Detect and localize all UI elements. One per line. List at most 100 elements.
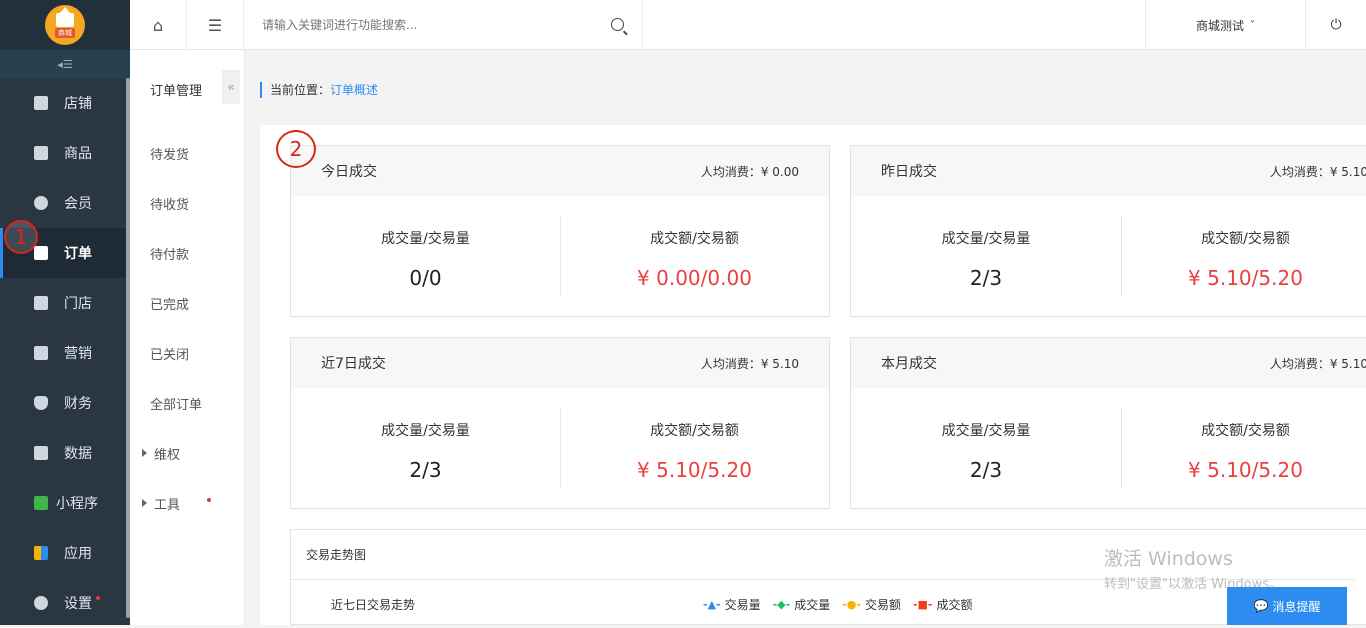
menu-icon[interactable]: ☰ [187, 0, 244, 50]
message-reminder-button[interactable]: 💬 消息提醒 [1227, 587, 1347, 625]
breadcrumb: 当前位置：订单概述 [260, 82, 378, 98]
legend-label: 成交量 [794, 598, 831, 612]
sidebar-item-shop[interactable]: 门店 [0, 278, 130, 328]
power-icon[interactable]: ⏻ [1306, 0, 1366, 50]
stat-card-today: 今日成交 人均消费：¥ 0.00 成交量/交易量 0/0 成交额/交易额 ¥ 0.00… [290, 145, 830, 317]
stat-card-yesterday: 昨日成交 人均消费：¥ 5.10 成交量/交易量 2/3 成交额/交易额 ¥ 5.10… [850, 145, 1366, 317]
square-marker-icon: -■- [912, 598, 933, 611]
subnav-item-completed[interactable]: 已完成 [130, 278, 244, 328]
subnav-group-tools[interactable]: 工具 [130, 478, 244, 528]
sidebar-item-label: 财务 [64, 396, 92, 412]
legend-label: 交易额 [864, 598, 901, 612]
home-icon[interactable]: ⌂ [130, 0, 187, 50]
sidebar-item-miniprogram[interactable]: 小程序 [0, 478, 130, 528]
sidebar-item-label: 会员 [64, 196, 92, 212]
notification-dot [96, 596, 100, 600]
subnav-item-label: 全部订单 [150, 397, 203, 413]
stat-value: 2/3 [969, 458, 1003, 482]
subnav-item-label: 已关闭 [150, 347, 190, 363]
watermark-line-1: 激活 Windows [1104, 548, 1233, 570]
subnav-group-label: 维权 [154, 447, 181, 463]
sidebar-item-label: 营销 [64, 346, 92, 362]
sidebar-item-label: 数据 [64, 446, 92, 462]
triangle-marker-icon: -▲- [703, 598, 721, 611]
sidebar-item-goods[interactable]: 商品 [0, 128, 130, 178]
stat-value: ¥ 5.10/5.20 [637, 458, 752, 482]
logo-label: 商城 [55, 27, 75, 38]
main-sidebar: 商城 ◂☰ 店铺 商品 会员 订单 门店 营销 财务 数据 小程序 应用 设置 [0, 0, 130, 625]
card-avg-spend: 人均消费：¥ 5.10 [700, 356, 799, 371]
stat-card-last7days: 近7日成交 人均消费：¥ 5.10 成交量/交易量 2/3 成交额/交易额 ¥ 5.1… [290, 337, 830, 509]
trend-subtitle: 近七日交易走势 [331, 598, 416, 612]
stat-label: 成交量/交易量 [381, 423, 470, 439]
legend-item-trade-volume[interactable]: -▲- 交易量 [703, 596, 761, 613]
stat-card-this-month: 本月成交 人均消费：¥ 5.10 成交量/交易量 2/3 成交额/交易额 ¥ 5.10… [850, 337, 1366, 509]
topbar-spacer [643, 0, 1146, 49]
annotation-marker-1: 1 [4, 220, 38, 254]
stat-value: 0/0 [409, 266, 442, 290]
search-icon[interactable] [611, 18, 624, 31]
shop-icon [34, 296, 48, 310]
sidebar-item-label: 订单 [64, 246, 92, 262]
store-switcher[interactable]: 商城测试 ˅ [1146, 0, 1306, 50]
fold-subnav-icon[interactable]: « [222, 70, 240, 104]
card-title: 今日成交 [321, 164, 377, 180]
collapse-sidebar-icon[interactable]: ◂☰ [0, 50, 130, 78]
breadcrumb-prefix: 当前位置： [270, 83, 331, 97]
trend-legend: -▲- 交易量 -◆- 成交量 -●- 交易额 -■- 成交额 [703, 596, 973, 613]
subnav-group-rights[interactable]: 维权 [130, 428, 244, 478]
subnav-item-pending-shipment[interactable]: 待发货 [130, 128, 244, 178]
annotation-marker-2: 2 [276, 130, 316, 168]
sidebar-item-finance[interactable]: 财务 [0, 378, 130, 428]
card-avg-spend: 人均消费：¥ 5.10 [1269, 356, 1366, 371]
store-icon [34, 96, 48, 110]
gift-icon [34, 346, 48, 360]
stat-label: 成交额/交易额 [1201, 231, 1290, 247]
order-icon [34, 246, 48, 260]
sidebar-item-label: 小程序 [56, 496, 98, 512]
legend-item-trade-amount[interactable]: -●- 交易额 [842, 596, 901, 613]
settings-icon [34, 596, 48, 610]
windows-activation-watermark: 激活 Windows 转到"设置"以激活 Windows。 [1104, 544, 1282, 592]
subnav-item-label: 待发货 [150, 147, 190, 163]
sidebar-item-apps[interactable]: 应用 [0, 528, 130, 578]
legend-item-deal-amount[interactable]: -■- 成交额 [913, 596, 973, 613]
stat-label: 成交额/交易额 [1201, 423, 1290, 439]
sidebar-item-store[interactable]: 店铺 [0, 78, 130, 128]
subnav-group-label: 工具 [154, 497, 181, 513]
sidebar-item-data[interactable]: 数据 [0, 428, 130, 478]
sidebar-item-label: 应用 [64, 546, 92, 562]
stat-value: 2/3 [409, 458, 442, 482]
notification-dot [207, 498, 211, 502]
subnav-item-closed[interactable]: 已关闭 [130, 328, 244, 378]
search-input[interactable] [244, 0, 642, 50]
stat-value: ¥ 0.00/0.00 [637, 266, 752, 290]
house-icon [56, 6, 74, 27]
subnav-item-all-orders[interactable]: 全部订单 [130, 378, 244, 428]
stat-label: 成交量/交易量 [941, 231, 1031, 247]
logo-area: 商城 [0, 0, 130, 50]
store-name: 商城测试 [1195, 18, 1244, 33]
sidebar-item-marketing[interactable]: 营销 [0, 328, 130, 378]
subnav-item-pending-receipt[interactable]: 待收货 [130, 178, 244, 228]
chart-icon [34, 446, 48, 460]
subnav-item-pending-payment[interactable]: 待付款 [130, 228, 244, 278]
diamond-marker-icon: -◆- [772, 598, 791, 611]
legend-label: 成交额 [936, 598, 973, 612]
search-box [244, 0, 643, 50]
caret-right-icon [142, 499, 147, 507]
card-title: 昨日成交 [881, 164, 937, 180]
sidebar-item-settings[interactable]: 设置 [0, 578, 130, 628]
stat-label: 成交量/交易量 [941, 423, 1031, 439]
main-area: 当前位置：订单概述 今日成交 人均消费：¥ 0.00 成交量/交易量 0/0 成交额… [245, 50, 1366, 625]
stat-value: ¥ 5.10/5.20 [1188, 266, 1303, 290]
legend-item-deal-volume[interactable]: -◆- 成交量 [773, 596, 831, 613]
card-title: 本月成交 [881, 356, 937, 372]
mall-logo[interactable]: 商城 [45, 5, 85, 45]
order-subnav: 订单管理 « 待发货 待收货 待付款 已完成 已关闭 全部订单 维权 工具 [130, 50, 245, 625]
circle-marker-icon: -●- [842, 598, 861, 611]
message-reminder-label: 消息提醒 [1272, 599, 1321, 614]
sidebar-item-label: 门店 [64, 296, 92, 312]
stat-value: ¥ 5.10/5.20 [1188, 458, 1303, 482]
breadcrumb-current[interactable]: 订单概述 [330, 83, 378, 97]
